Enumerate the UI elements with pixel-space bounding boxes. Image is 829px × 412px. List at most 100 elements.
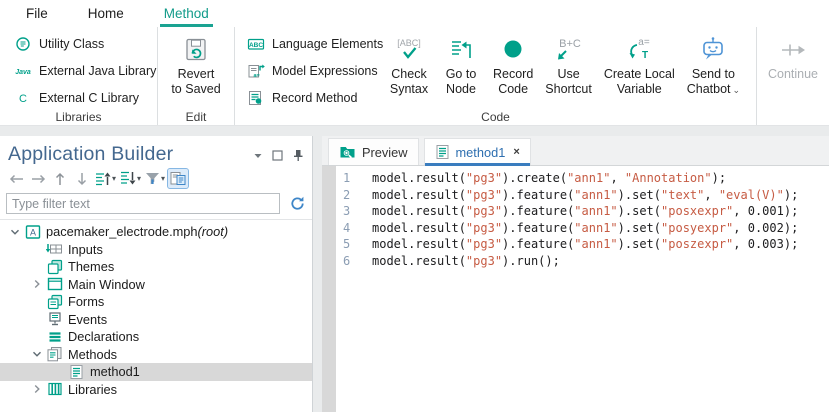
string-token: "pg3"	[466, 188, 502, 202]
declarations-icon	[46, 329, 63, 345]
tree-item-declarations[interactable]: Declarations	[0, 328, 312, 346]
tree-expanded-icon[interactable]	[28, 346, 46, 362]
code-token: ).run();	[502, 254, 560, 268]
c-library-icon: C	[14, 90, 32, 106]
app-root-icon: A	[24, 224, 41, 240]
tree-chevron-spacer	[28, 294, 46, 310]
ribbon-button-send-to-chatbot[interactable]: Send toChatbot⌄	[681, 29, 746, 109]
code-token: ).set(	[618, 237, 661, 251]
ribbon-button-go-to-node[interactable]: Go toNode	[435, 29, 487, 109]
panel-splitter[interactable]	[313, 136, 322, 412]
string-token: "eval(V)"	[719, 188, 784, 202]
tree-item-method1[interactable]: method1	[0, 363, 312, 381]
tree-item-label: method1	[90, 364, 140, 379]
ribbon-button-language-elements[interactable]: ABCLanguage Elements	[243, 33, 373, 55]
editor-tab-preview[interactable]: Preview	[328, 138, 419, 165]
string-token: "text"	[661, 188, 704, 202]
code-token: ).feature(	[502, 204, 574, 218]
float-window-icon	[272, 150, 283, 161]
ribbon-button-external-c-library[interactable]: CExternal C Library	[10, 87, 149, 109]
menu-tab-file[interactable]: File	[24, 2, 50, 27]
down-arrow-button[interactable]	[72, 169, 92, 188]
string-token: "posyexpr"	[661, 221, 733, 235]
code-area[interactable]: model.result("pg3").create("ann1", "Anno…	[362, 166, 829, 412]
move-down-button[interactable]: ▾	[119, 169, 142, 188]
svg-text:A: A	[29, 227, 35, 237]
chevron-down-icon[interactable]	[251, 149, 264, 162]
code-token: ).set(	[618, 204, 661, 218]
ribbon-button-record-method[interactable]: Record Method	[243, 87, 373, 109]
code-line: model.result("pg3").feature("ann1").set(…	[372, 220, 829, 237]
tree-item-label: pacemaker_electrode.mph	[46, 224, 198, 239]
ribbon-button-revert-to-saved[interactable]: Revertto Saved	[165, 29, 226, 97]
themes-icon	[46, 259, 63, 275]
tree-item-forms[interactable]: Forms	[0, 293, 312, 311]
method-editor: Previewmethod1× 123456 model.result("pg3…	[322, 136, 829, 412]
refresh-icon[interactable]	[288, 195, 306, 213]
code-token: ,	[610, 171, 624, 185]
menu-tab-method[interactable]: Method	[162, 2, 211, 27]
ribbon-button-check-syntax[interactable]: [ABC]CheckSyntax	[383, 29, 435, 109]
ribbon-button-model-expressions[interactable]: a=Model Expressions	[243, 60, 373, 82]
close-icon[interactable]: ×	[513, 146, 519, 158]
tree-collapsed-icon[interactable]	[28, 381, 46, 397]
tree-item-libraries[interactable]: Libraries	[0, 381, 312, 399]
check-syntax-icon: [ABC]	[392, 35, 426, 65]
code-token: model.result(	[372, 171, 466, 185]
move-down-icon	[120, 171, 136, 186]
inputs-icon	[46, 241, 63, 257]
events-icon	[46, 311, 63, 327]
string-token: "Annotation"	[625, 171, 712, 185]
svg-text:a=: a=	[639, 37, 651, 48]
code-token: ).feature(	[502, 237, 574, 251]
code-token: model.result(	[372, 221, 466, 235]
code-token: model.result(	[372, 254, 466, 268]
ribbon-group-label: Libraries	[0, 110, 157, 124]
ribbon-button-create-local-variable[interactable]: a=TCreate LocalVariable	[598, 29, 681, 109]
filter-button[interactable]: ▾	[144, 169, 166, 188]
ribbon-tab-bar: File Home Method	[0, 0, 829, 27]
ribbon-button-record-code[interactable]: RecordCode	[487, 29, 539, 109]
tree-item-events[interactable]: Events	[0, 311, 312, 329]
tree-item-pacemaker-electrode-mph[interactable]: Apacemaker_electrode.mph (root)	[0, 223, 312, 241]
tree-item-themes[interactable]: Themes	[0, 258, 312, 276]
ribbon-button-label: RecordCode	[493, 67, 533, 97]
filter-input[interactable]	[6, 193, 280, 214]
tree-expanded-icon[interactable]	[6, 224, 24, 240]
tree-item-methods[interactable]: Methods	[0, 346, 312, 364]
ribbon-button-label: Continue	[768, 67, 818, 82]
ribbon-button-use-shortcut[interactable]: B+CUseShortcut	[539, 29, 598, 109]
svg-text:C: C	[19, 93, 27, 105]
up-arrow-button[interactable]	[50, 169, 70, 188]
back-arrow-button[interactable]	[6, 169, 26, 188]
tree-chevron-spacer	[28, 311, 46, 327]
ribbon-button-external-java-library[interactable]: JavaExternal Java Library	[10, 60, 149, 82]
string-token: "pg3"	[466, 254, 502, 268]
code-token: ).create(	[502, 171, 567, 185]
line-number: 1	[336, 170, 362, 187]
string-token: "ann1"	[574, 204, 617, 218]
move-up-button[interactable]: ▾	[94, 169, 117, 188]
ribbon-button-label: Go toNode	[446, 67, 477, 97]
string-token: "pg3"	[466, 171, 502, 185]
code-line: model.result("pg3").feature("ann1").set(…	[372, 203, 829, 220]
tree-item-inputs[interactable]: Inputs	[0, 241, 312, 259]
tree-collapsed-icon[interactable]	[28, 276, 46, 292]
record-code-icon	[498, 35, 528, 65]
tree-item-main-window[interactable]: Main Window	[0, 276, 312, 294]
float-window-icon[interactable]	[271, 149, 284, 162]
pin-icon[interactable]	[291, 149, 304, 162]
chevron-down-icon: ⌄	[733, 85, 741, 95]
forward-arrow-button[interactable]	[28, 169, 48, 188]
application-tree: Apacemaker_electrode.mph (root)InputsThe…	[0, 219, 312, 412]
ribbon-button-utility-class[interactable]: Utility Class	[10, 33, 149, 55]
menu-tab-home[interactable]: Home	[86, 2, 126, 27]
editor-tab-method1[interactable]: method1×	[424, 138, 531, 165]
application-builder-panel: Application Builder ▾▾▾ Apacemaker_elect…	[0, 136, 313, 412]
show-in-editor-button[interactable]	[168, 169, 188, 188]
line-numbers: 123456	[336, 166, 362, 412]
method-doc-icon	[68, 364, 85, 380]
breakpoint-gutter[interactable]	[322, 166, 336, 412]
revert-to-saved-icon	[182, 36, 210, 64]
tree-chevron-spacer	[28, 241, 46, 257]
